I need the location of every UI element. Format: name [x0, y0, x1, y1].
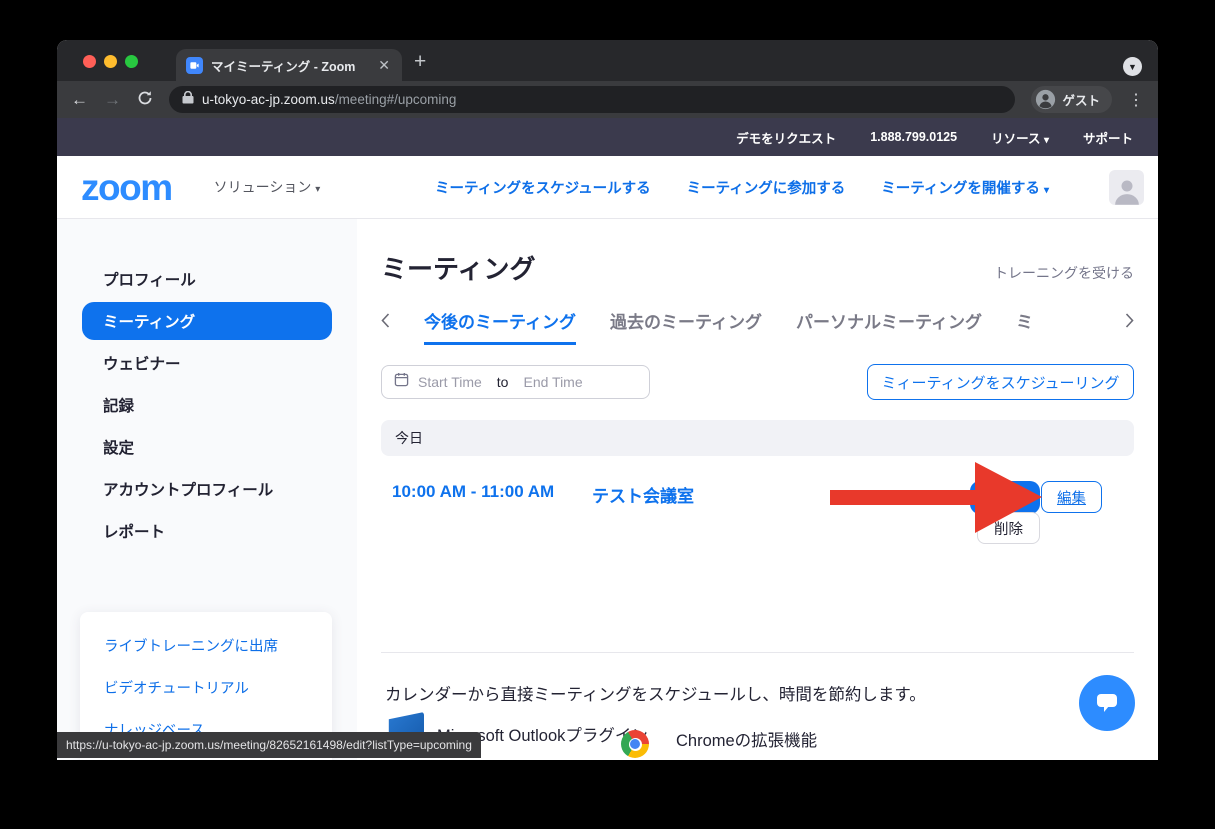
tab-personal-meetings[interactable]: パーソナルミーティング	[796, 308, 982, 342]
start-time-placeholder[interactable]: Start Time	[418, 374, 482, 390]
url-text: u-tokyo-ac-jp.zoom.us/meeting#/upcoming	[202, 91, 456, 109]
link-live-training[interactable]: ライブトレーニングに出席	[104, 635, 308, 656]
banner-phone-number[interactable]: 1.888.799.0125	[870, 130, 957, 144]
site-header: zoom ソリューション ▾ ミーティングをスケジュールする ミーティングに参加…	[57, 156, 1158, 219]
tab-upcoming-meetings[interactable]: 今後のミーティング	[424, 308, 576, 345]
lock-icon	[182, 91, 194, 109]
browser-menu-icon[interactable]: ⋮	[1128, 90, 1144, 110]
url-bar[interactable]: u-tokyo-ac-jp.zoom.us/meeting#/upcoming	[169, 86, 1015, 113]
url-path: /meeting#/upcoming	[335, 92, 457, 107]
sidebar-item-meetings[interactable]: ミーティング	[82, 302, 332, 340]
sidebar-item-profile[interactable]: プロフィール	[57, 258, 357, 300]
tab-title: マイミーティング - Zoom	[211, 56, 368, 75]
page-title: ミーティング	[381, 249, 535, 286]
user-avatar[interactable]	[1109, 170, 1144, 205]
start-meeting-button[interactable]	[970, 481, 1040, 514]
nav-schedule-meeting[interactable]: ミーティングをスケジュールする	[435, 177, 651, 198]
forward-button[interactable]: →	[104, 91, 121, 108]
meeting-topic-link[interactable]: テスト会議室	[592, 482, 694, 507]
minimize-window-button[interactable]	[104, 55, 117, 68]
browser-tab-strip: マイミーティング - Zoom ✕ + ▼	[57, 40, 1158, 81]
edit-meeting-button[interactable]: 編集	[1041, 481, 1102, 513]
sidebar-item-recordings[interactable]: 記録	[57, 384, 357, 426]
sidebar: プロフィール ミーティング ウェビナー 記録 設定 アカウントプロフィール レポ…	[57, 219, 357, 760]
zoom-logo[interactable]: zoom	[81, 169, 172, 206]
profile-chip[interactable]: ゲスト	[1031, 86, 1112, 113]
chrome-extension-label[interactable]: Chromeの拡張機能	[676, 727, 817, 751]
tab-search-button[interactable]: ▼	[1123, 57, 1142, 76]
banner-link-resources[interactable]: リソース ▾	[991, 128, 1049, 147]
tab-close-icon[interactable]: ✕	[376, 57, 392, 74]
chevron-down-icon: ▾	[315, 184, 320, 195]
window-controls	[83, 55, 138, 68]
chat-widget-button[interactable]	[1079, 675, 1135, 731]
solutions-menu[interactable]: ソリューション ▾	[214, 177, 321, 197]
browser-tab[interactable]: マイミーティング - Zoom ✕	[176, 49, 402, 81]
get-training-link[interactable]: トレーニングを受ける	[994, 263, 1134, 283]
main-content: ミーティング トレーニングを受ける 今後のミーティング 過去のミーティング パー…	[357, 219, 1158, 760]
banner-link-support[interactable]: サポート	[1083, 128, 1133, 147]
meeting-row: 10:00 AM - 11:00 AM テスト会議室 編集 削除	[381, 474, 1134, 554]
section-divider	[381, 652, 1134, 653]
chrome-logo-icon	[621, 730, 649, 758]
link-video-tutorials[interactable]: ビデオチュートリアル	[104, 677, 308, 698]
chat-bubble-icon	[1095, 692, 1119, 714]
status-url-tooltip: https://u-tokyo-ac-jp.zoom.us/meeting/82…	[57, 732, 481, 758]
guest-avatar-icon	[1035, 89, 1056, 110]
sidebar-item-settings[interactable]: 設定	[57, 426, 357, 468]
sidebar-item-webinars[interactable]: ウェビナー	[57, 342, 357, 384]
chevron-down-icon: ▾	[1044, 185, 1049, 196]
chevron-down-icon: ▾	[1044, 135, 1049, 146]
back-button[interactable]: ←	[71, 91, 88, 108]
tabs-scroll-right-icon[interactable]	[1125, 313, 1134, 333]
tabs-scroll-left-icon[interactable]	[381, 313, 390, 333]
header-nav: ミーティングをスケジュールする ミーティングに参加する ミーティングを開催する …	[435, 170, 1144, 205]
guest-label: ゲスト	[1062, 90, 1100, 109]
close-window-button[interactable]	[83, 55, 96, 68]
calendar-icon	[394, 372, 409, 392]
end-time-placeholder[interactable]: End Time	[523, 374, 582, 390]
tab-truncated[interactable]: ミ	[1016, 308, 1034, 342]
fullscreen-window-button[interactable]	[125, 55, 138, 68]
person-icon	[1112, 177, 1142, 205]
zoom-favicon-icon	[186, 57, 203, 74]
calendar-promo-text: カレンダーから直接ミーティングをスケジュールし、時間を節約します。	[385, 681, 926, 705]
banner-link-request-demo[interactable]: デモをリクエスト	[736, 128, 836, 147]
reload-button[interactable]	[137, 90, 153, 109]
browser-window: マイミーティング - Zoom ✕ + ▼ ← → u-tokyo-ac-jp.…	[57, 40, 1158, 760]
schedule-meeting-button[interactable]: ミィーティングをスケジューリング	[867, 364, 1134, 400]
date-range-picker[interactable]: Start Time to End Time	[381, 365, 650, 399]
sidebar-item-reports[interactable]: レポート	[57, 510, 357, 552]
new-tab-button[interactable]: +	[414, 51, 426, 72]
delete-meeting-button[interactable]: 削除	[977, 512, 1040, 544]
today-group-header: 今日	[381, 420, 1134, 456]
sidebar-item-account-profile[interactable]: アカウントプロフィール	[57, 468, 357, 510]
nav-host-meeting[interactable]: ミーティングを開催する ▾	[881, 177, 1049, 198]
url-host: u-tokyo-ac-jp.zoom.us	[202, 92, 335, 107]
nav-join-meeting[interactable]: ミーティングに参加する	[687, 177, 846, 198]
tab-previous-meetings[interactable]: 過去のミーティング	[610, 308, 762, 342]
meeting-tabs: 今後のミーティング 過去のミーティング パーソナルミーティング ミ	[381, 308, 1134, 345]
zoom-top-banner: デモをリクエスト 1.888.799.0125 リソース ▾ サポート	[57, 118, 1158, 156]
to-label: to	[497, 374, 509, 390]
browser-toolbar: ← → u-tokyo-ac-jp.zoom.us/meeting#/upcom…	[57, 81, 1158, 118]
meeting-time: 10:00 AM - 11:00 AM	[392, 482, 554, 502]
